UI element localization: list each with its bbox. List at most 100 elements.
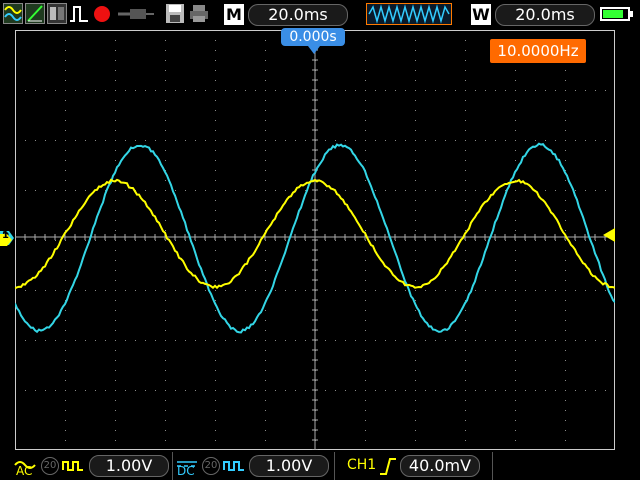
grid-dot [35, 340, 36, 341]
ch2-invert-icon[interactable] [223, 458, 245, 474]
grid-dot [475, 240, 476, 241]
grid-dot [325, 390, 326, 391]
grid-dot [555, 190, 556, 191]
grid-dot [295, 340, 296, 341]
grid-dot [115, 270, 116, 271]
main-timebase[interactable]: 20.0ms [248, 4, 348, 26]
grid-dot [575, 290, 576, 291]
grid-dot [115, 360, 116, 361]
ramp-icon[interactable] [25, 3, 45, 24]
grid-dot [605, 340, 606, 341]
grid-dot [515, 370, 516, 371]
grid-dot [215, 340, 216, 341]
grid-dot [555, 290, 556, 291]
grid-dot [465, 330, 466, 331]
grid-dot [505, 90, 506, 91]
grid-dot [165, 180, 166, 181]
grid-dot [115, 370, 116, 371]
grid-dot [285, 140, 286, 141]
grid-dot [495, 90, 496, 91]
grid-dot [165, 200, 166, 201]
grid-dot [515, 110, 516, 111]
grid-dot [565, 160, 566, 161]
ch1-invert-icon[interactable] [62, 458, 84, 474]
grid-dot [215, 380, 216, 381]
grid-dot [335, 240, 336, 241]
save-icon[interactable] [165, 3, 185, 24]
measure-icon[interactable] [47, 3, 67, 24]
grid-dot [195, 390, 196, 391]
grid-dot [375, 340, 376, 341]
grid-dot [325, 290, 326, 291]
grid-dot [465, 290, 466, 291]
grid-dot [365, 360, 366, 361]
grid-dot [555, 240, 556, 241]
grid-dot [215, 130, 216, 131]
ch2-volts-div[interactable]: 1.00V [249, 455, 329, 477]
trigger-position-label[interactable]: 0.000s [281, 28, 345, 46]
grid-dot [565, 360, 566, 361]
grid-dot [65, 280, 66, 281]
grid-dot [465, 400, 466, 401]
grid-dot [65, 420, 66, 421]
ch1-coupling-ac-icon[interactable]: AC [14, 454, 36, 478]
window-position-indicator[interactable] [366, 3, 452, 25]
grid-dot [185, 390, 186, 391]
grid-dot [455, 290, 456, 291]
record-icon[interactable] [92, 3, 112, 24]
waveform-display[interactable] [15, 30, 615, 450]
grid-dot [115, 350, 116, 351]
print-icon[interactable] [189, 3, 209, 24]
trigger-level-arrow-icon[interactable] [603, 228, 615, 242]
window-mode-label[interactable]: W [471, 4, 491, 25]
grid-dot [275, 90, 276, 91]
pulse-icon[interactable] [69, 3, 89, 24]
grid-dot [215, 140, 216, 141]
grid-dot [515, 80, 516, 81]
ch1-bandwidth-limit-icon[interactable]: 20 [41, 457, 59, 475]
grid-dot [265, 140, 266, 141]
grid-dot [265, 340, 266, 341]
grid-dot [365, 180, 366, 181]
ch2-bandwidth-limit-icon[interactable]: 20 [202, 457, 220, 475]
grid-dot [215, 320, 216, 321]
grid-dot [465, 50, 466, 51]
grid-dot [115, 380, 116, 381]
grid-dot [215, 330, 216, 331]
grid-dot [515, 430, 516, 431]
trigger-source[interactable]: CH1 [347, 457, 376, 473]
grid-dot [405, 240, 406, 241]
grid-dot [245, 190, 246, 191]
rising-edge-icon[interactable] [379, 456, 397, 476]
grid-dot [345, 190, 346, 191]
grid-dot [75, 190, 76, 191]
main-mode-label[interactable]: M [224, 4, 244, 25]
grid-dot [55, 390, 56, 391]
window-timebase[interactable]: 20.0ms [495, 4, 595, 26]
ch2-coupling-dc-icon[interactable]: DC [176, 454, 198, 478]
grid-dot [305, 390, 306, 391]
trigger-level[interactable]: 40.0mV [400, 455, 480, 477]
grid-dot [265, 170, 266, 171]
grid-dot [55, 340, 56, 341]
grid-dot [445, 190, 446, 191]
grid-dot [65, 80, 66, 81]
probe-icon[interactable] [116, 3, 156, 24]
yellow-wave-icon[interactable] [3, 3, 23, 24]
ch1-volts-div[interactable]: 1.00V [89, 455, 169, 477]
grid-dot [575, 140, 576, 141]
grid-dot [225, 340, 226, 341]
grid-dot [585, 390, 586, 391]
grid-dot [145, 390, 146, 391]
grid-dot [495, 390, 496, 391]
grid-dot [115, 110, 116, 111]
grid-dot [565, 440, 566, 441]
grid-dot [515, 120, 516, 121]
ch1-ground-marker[interactable]: 1 [0, 231, 12, 243]
grid-dot [415, 390, 416, 391]
grid-dot [565, 80, 566, 81]
grid-dot [235, 390, 236, 391]
grid-dot [375, 290, 376, 291]
grid-dot [115, 150, 116, 151]
grid-dot [415, 340, 416, 341]
